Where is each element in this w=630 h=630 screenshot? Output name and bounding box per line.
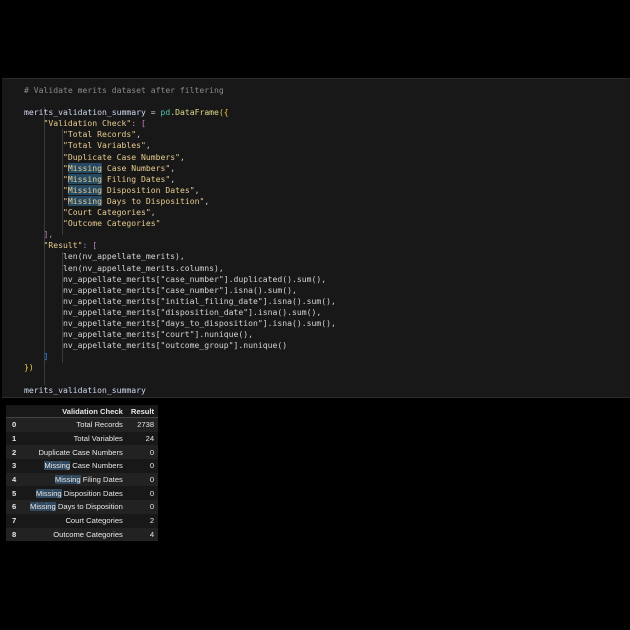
module-name: pd <box>160 107 171 118</box>
table-row: 1 Total Variables 24 <box>6 431 159 446</box>
table-header-row: Validation Check Result <box>6 405 159 418</box>
code-line: nv_appellate_merits["case_number"].isna(… <box>62 284 297 295</box>
row-index: 2 <box>12 447 17 457</box>
result-cell: 4 <box>149 529 155 539</box>
string-literal: "Total Variables" <box>62 140 146 151</box>
bracket: ] <box>43 351 49 362</box>
table-row: 4 Missing Filing Dates 0 <box>6 472 159 487</box>
string-literal: "Missing Filing Dates" <box>62 173 171 184</box>
table-row: 3 Missing Case Numbers 0 <box>6 459 159 473</box>
string-literal: "Court Categories" <box>62 207 151 218</box>
check-cell: Missing Days to Disposition <box>30 502 123 512</box>
code-line: nv_appellate_merits["initial_filing_date… <box>62 295 336 306</box>
result-cell: 0 <box>149 475 155 485</box>
table-row: 8 Outcome Categories 4 <box>6 527 159 542</box>
check-cell: Missing Case Numbers <box>44 461 123 471</box>
table-row: 7 Court Categories 2 <box>6 513 159 528</box>
row-index: 0 <box>12 420 17 430</box>
assign-operator: = <box>145 107 161 118</box>
code-line: len(nv_appellate_merits.columns), <box>62 262 224 273</box>
cell-output: Validation Check Result 0 Total Records … <box>6 405 159 542</box>
table-row: 0 Total Records 2738 <box>6 417 159 432</box>
code-line: nv_appellate_merits["court"].nunique(), <box>62 329 254 340</box>
string-literal: "Missing Days to Disposition" <box>62 195 205 206</box>
column-header: Validation Check <box>26 405 127 418</box>
result-cell: 24 <box>145 434 155 444</box>
row-index: 1 <box>12 434 17 444</box>
result-cell: 2738 <box>137 420 155 430</box>
assign-target: merits_validation_summary <box>24 107 146 118</box>
index-header <box>6 405 26 418</box>
table-row: 5 Missing Disposition Dates 0 <box>6 486 159 501</box>
dataframe-table: Validation Check Result 0 Total Records … <box>6 405 159 542</box>
check-cell: Court Categories <box>65 516 123 526</box>
table-row: 2 Duplicate Case Numbers 0 <box>6 445 159 460</box>
table-row: 6 Missing Days to Disposition 0 <box>6 500 159 514</box>
code-comment: # Validate merits dataset after filterin… <box>24 85 224 95</box>
row-index: 7 <box>12 516 17 526</box>
string-literal: "Total Records" <box>62 129 137 140</box>
code-cell[interactable]: # Validate merits dataset after filterin… <box>2 78 630 398</box>
string-literal: "Duplicate Case Numbers" <box>62 151 180 162</box>
close-brackets: }) <box>24 362 34 373</box>
dict-key: "Result" <box>43 240 83 251</box>
row-index: 6 <box>12 502 17 512</box>
code-line: nv_appellate_merits["disposition_date"].… <box>62 306 322 317</box>
function-name: .DataFrame <box>170 107 219 118</box>
string-literal: "Outcome Categories" <box>62 218 161 229</box>
check-cell: Total Variables <box>73 434 123 444</box>
check-cell: Missing Disposition Dates <box>35 488 123 498</box>
code-line: len(nv_appellate_merits), <box>62 251 185 262</box>
bracket: : [ <box>82 240 98 251</box>
result-cell: 0 <box>149 461 155 471</box>
check-cell: Duplicate Case Numbers <box>38 447 123 457</box>
check-cell: Outcome Categories <box>53 529 123 539</box>
display-expression: merits_validation_summary <box>24 384 146 395</box>
check-cell: Total Records <box>76 420 123 430</box>
string-literal: "Missing Case Numbers" <box>62 162 171 173</box>
code-line: nv_appellate_merits["days_to_disposition… <box>62 317 336 328</box>
row-index: 4 <box>12 475 17 485</box>
code-editor[interactable]: # Validate merits dataset after filterin… <box>24 85 336 396</box>
result-cell: 0 <box>149 502 155 512</box>
result-cell: 2 <box>149 516 155 526</box>
bracket: : [ <box>131 118 146 129</box>
open-brackets: ({ <box>218 107 229 118</box>
result-cell: 0 <box>149 488 155 498</box>
row-index: 8 <box>12 529 17 539</box>
dict-key: "Validation Check" <box>43 118 132 129</box>
string-literal: "Missing Disposition Dates" <box>62 184 195 195</box>
column-header: Result <box>126 405 159 418</box>
row-index: 5 <box>12 488 17 498</box>
check-cell: Missing Filing Dates <box>54 475 123 485</box>
code-line: nv_appellate_merits["outcome_group"].nun… <box>62 340 288 351</box>
bracket: ], <box>43 229 54 240</box>
row-index: 3 <box>12 461 17 471</box>
result-cell: 0 <box>149 447 155 457</box>
code-line: nv_appellate_merits["case_number"].dupli… <box>62 273 327 284</box>
